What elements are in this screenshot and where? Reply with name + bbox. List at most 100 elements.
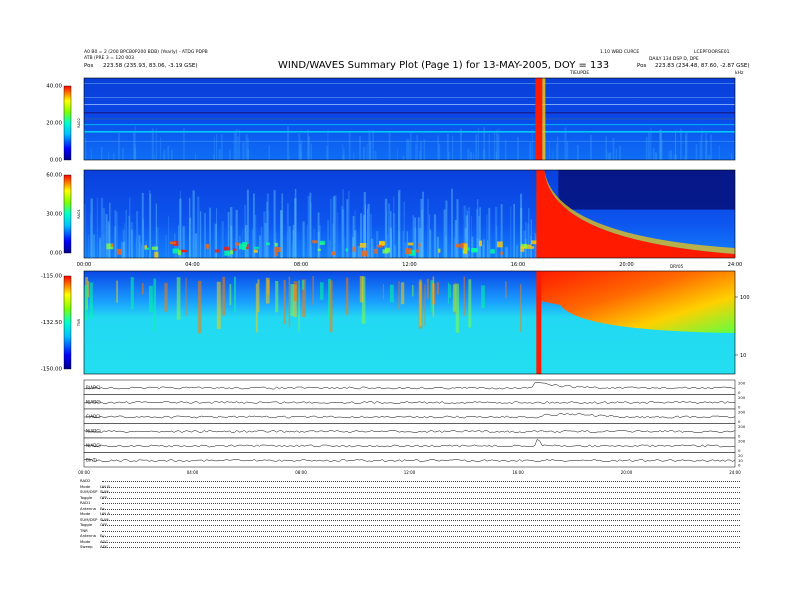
rad1-blob [361,250,369,257]
status-dotted-line [102,530,740,532]
tnr-streak [449,284,452,298]
rad1-streak [189,217,192,258]
rad1-blob [177,250,182,256]
rad1-streak [122,242,124,258]
rad2-streak [564,127,567,160]
rad2-streak [718,145,720,160]
rad1-blob [151,246,158,250]
rad2-streak [655,152,657,160]
rad2-streak [504,139,507,160]
tnr-streak [412,285,414,297]
rad1-streak [245,224,248,258]
rad2-streak [475,134,478,160]
rad2-streak [488,133,490,160]
rad2-band [84,83,735,84]
rad1-blob [254,246,259,249]
tnr-colorbar [63,275,72,370]
rad1-streak [149,190,151,258]
tnr-ylabel: TNR [77,318,81,327]
line-panel-label: N(ADC) [86,428,101,433]
rad1-streak [483,239,485,258]
rad2-streak [619,145,621,160]
rad1-streak [392,213,396,258]
rad1-blob [530,246,535,249]
rad2-streak [420,140,422,160]
rad2-streak [299,144,302,160]
rad1-streak [436,236,439,258]
rad1-blob [352,246,355,252]
rad1-streak [90,214,92,258]
line-panel-label: C(ADC) [86,414,101,419]
rad2-streak [516,137,519,160]
rad2-streak [233,131,236,160]
status-dotted-line [102,536,740,537]
rad1-streak [281,193,284,258]
line-panel-right-tick: 200 [738,395,746,400]
rad1-blob [531,240,538,245]
rad2-spectrogram [83,77,736,161]
rad2-streak [155,128,157,160]
rad2-streak [674,130,677,160]
rad1-xtick: 04:00 [185,262,199,268]
rad2-streak [238,129,241,160]
rad2-streak [183,128,185,160]
rad1-blob [312,240,318,244]
rad1-streak [528,208,530,258]
line-panel-right-tick: 200 [738,439,746,444]
rad1-blob [520,245,525,252]
tnr-colorbar-tick: -115.00 [41,274,63,280]
tnr-streak [148,285,153,313]
rad1-streak [309,244,310,258]
rad1-blob [230,250,234,255]
rad1-streak [109,224,111,258]
rad1-streak [453,237,457,258]
rad1-streak [375,231,379,258]
rad1-blob [438,248,441,251]
rad1-blob [180,249,186,253]
rad2-streak [366,144,368,160]
status-table: RAD2 Mode LIN B SUM/DSP SUM Toggle OFF RAD1 Ante… [80,478,740,550]
rad1-streak [363,192,366,258]
rad1-streak [294,188,297,258]
rad1-streak [261,236,263,258]
rad1-xtick: 20:00 [619,262,633,268]
rad2-streak [473,152,474,160]
rad2-streak [229,149,231,160]
tnr-streak [452,284,457,312]
rad2-streak [242,142,245,160]
rad1-streak [100,197,104,258]
status-dotted-line [102,492,740,493]
tnr-streak [382,284,384,300]
rad1-colorbar-tick: 30.00 [46,212,62,218]
status-dotted-line [102,519,740,521]
tnr-colorbar-tick: -132.50 [41,320,63,326]
rad1-streak [192,190,195,258]
tnr-streak [301,280,305,290]
rad1-blob [274,251,278,257]
rad2-band [84,97,735,98]
rad1-streak [317,231,320,258]
rad1-streak [488,207,491,258]
rad1-streak [194,238,197,258]
rad1-blob [169,241,176,245]
rad1-streak [398,192,400,258]
tnr-streak [229,284,232,306]
rad2-streak [215,134,218,160]
rad1-spectrogram [83,169,736,259]
rad1-streak [209,208,211,258]
rad1-blob [274,247,281,252]
rad1-streak [263,211,266,258]
rad1-blob [500,251,504,255]
rad2-streak [615,148,618,160]
rad1-streak [367,203,370,258]
line-panel-xtick: 16:00 [512,470,524,475]
rad1-streak [130,221,133,258]
tnr-right-tick: 100 [740,295,750,301]
tnr-streak [197,280,202,334]
rad1-streak [125,209,127,258]
rad2-streak [310,143,313,160]
rad1-blob [416,249,419,253]
rad2-streak [708,155,711,160]
rad1-streak [421,209,423,258]
rad2-streak [160,137,161,160]
